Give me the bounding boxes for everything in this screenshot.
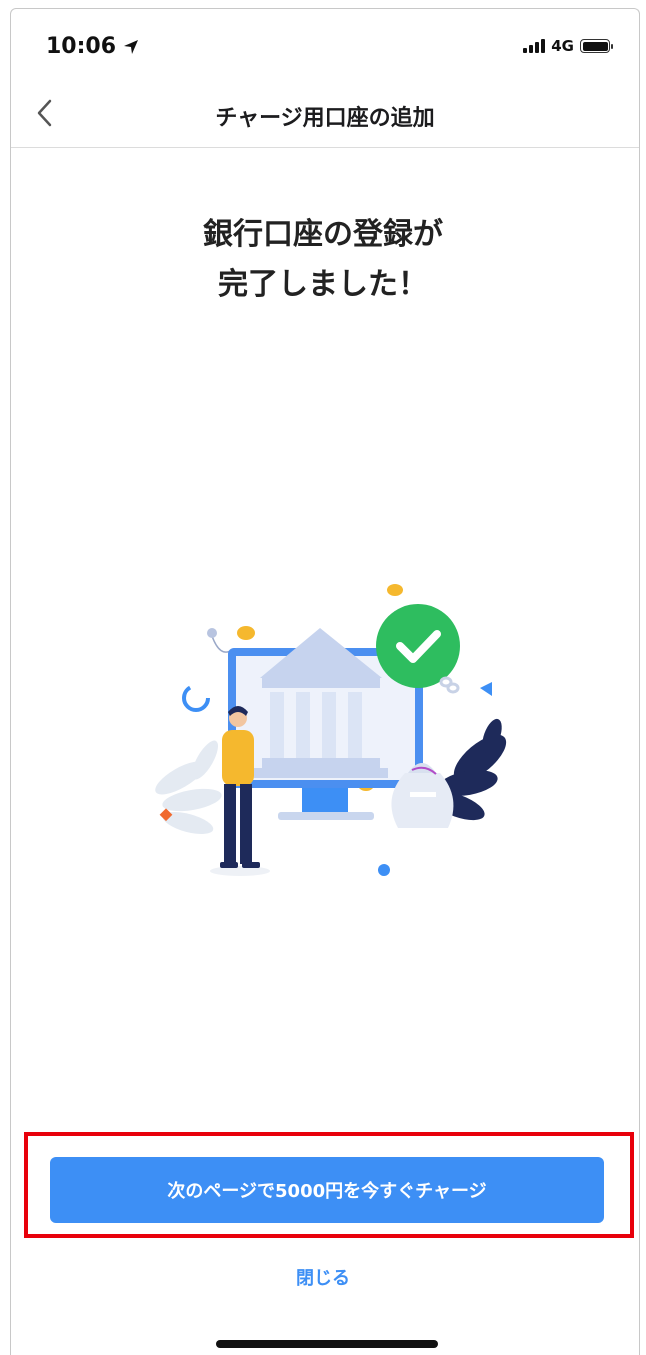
status-bar-time: 10:06 [46, 34, 140, 59]
completion-heading: 銀行口座の登録が 完了しました！ [0, 210, 646, 310]
heading-line-2: 完了しました！ [218, 267, 428, 302]
ring-decoration [182, 684, 210, 712]
signal-strength-icon [523, 39, 546, 53]
check-circle-icon [376, 604, 460, 688]
close-button[interactable]: 閉じる [0, 1264, 646, 1290]
link-icon [439, 676, 460, 694]
leaf-decoration-left [155, 740, 222, 834]
status-bar-indicators: 4G [523, 37, 613, 55]
network-type: 4G [551, 37, 574, 55]
status-time-text: 10:06 [46, 34, 117, 59]
page-title: チャージ用口座の追加 [215, 106, 435, 131]
flower-decoration [207, 628, 233, 653]
coin-icon [237, 626, 255, 640]
dot-decoration [378, 864, 390, 876]
home-indicator[interactable] [216, 1340, 438, 1348]
battery-icon [580, 39, 613, 53]
charge-now-button[interactable]: 次のページで5000円を今すぐチャージ [50, 1157, 604, 1223]
navigation-bar: チャージ用口座の追加 [11, 78, 639, 148]
heading-line-1: 銀行口座の登録が [203, 217, 443, 252]
bank-registration-illustration [155, 584, 507, 876]
location-arrow-icon [124, 39, 139, 54]
coin-icon [387, 584, 403, 596]
triangle-decoration [480, 682, 492, 696]
